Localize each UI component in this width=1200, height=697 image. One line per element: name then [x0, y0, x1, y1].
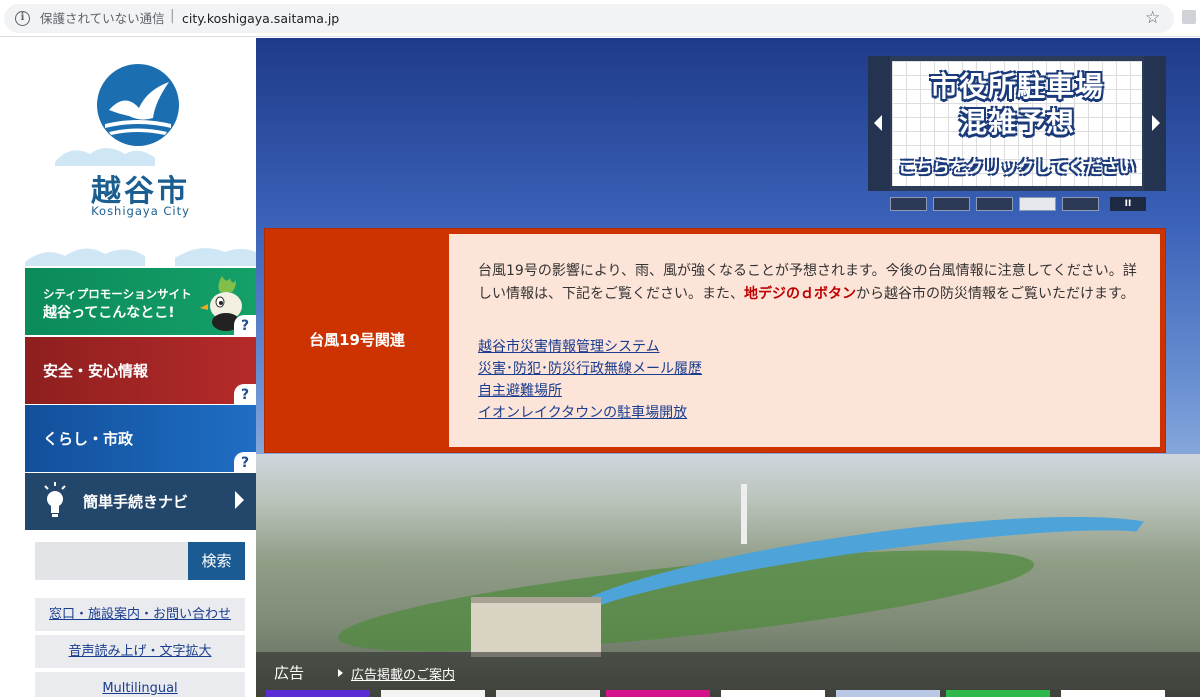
search-button[interactable]: 検索	[188, 542, 245, 580]
ad-banner[interactable]	[836, 690, 940, 697]
slide-next-button[interactable]	[1144, 56, 1166, 191]
url-text[interactable]: city.koshigaya.saitama.jp	[182, 10, 339, 27]
city-emblem-icon	[97, 64, 179, 146]
slide-title-2: 混雑予想	[958, 106, 1075, 139]
slide-dot[interactable]	[1019, 197, 1056, 211]
notice-text: 台風19号の影響により、雨、風が強くなることが予想されます。今後の台風情報に注意…	[478, 260, 1143, 306]
link-accessibility[interactable]: 音声読み上げ・文字拡大	[35, 635, 245, 668]
lightbulb-icon	[44, 482, 66, 517]
wave-decoration-top	[55, 148, 155, 166]
search-input[interactable]	[35, 542, 189, 580]
nav-label: 安全・安心情報	[43, 362, 149, 380]
notice-link-evacuation[interactable]: 自主避難場所	[478, 380, 702, 402]
hero-area: 市役所駐車場 混雑予想 こちらをクリックしてください II 台風19号関連 台風…	[256, 38, 1200, 697]
nav-label: 簡単手続きナビ	[83, 493, 189, 511]
ad-banner[interactable]	[1061, 690, 1165, 697]
river-shape	[552, 491, 1180, 667]
extension-icon[interactable]	[1182, 10, 1196, 24]
notice-label: 台風19号関連	[309, 331, 405, 349]
slide-dot[interactable]	[1062, 197, 1099, 211]
notice-link-mail-history[interactable]: 災害･防犯･防災行政無線メール履歴	[478, 358, 702, 380]
sidebar: 越谷市 Koshigaya City シティプロモーションサイト 越谷ってこんな…	[25, 38, 256, 697]
browser-toolbar: i 保護されていない通信 | city.koshigaya.saitama.jp…	[0, 0, 1200, 37]
typhoon-notice: 台風19号関連 台風19号の影響により、雨、風が強くなることが予想されます。今後…	[264, 228, 1166, 453]
slide-dot[interactable]	[933, 197, 970, 211]
ad-banner[interactable]	[496, 690, 600, 697]
city-hall-building	[471, 597, 601, 657]
notice-links: 越谷市災害情報管理システム 災害･防犯･防災行政無線メール履歴 自主避難場所 イ…	[478, 336, 702, 424]
city-logo[interactable]: 越谷市 Koshigaya City	[25, 38, 256, 268]
pause-button[interactable]: II	[1110, 197, 1146, 211]
slideshow: 市役所駐車場 混雑予想 こちらをクリックしてください	[868, 56, 1166, 191]
info-icon[interactable]: i	[15, 11, 30, 26]
nav-procedure-guide[interactable]: 簡単手続きナビ	[25, 473, 256, 530]
slide-subtitle: こちらをクリックしてください	[898, 158, 1136, 178]
help-icon[interactable]: ?	[234, 452, 256, 472]
notice-text-part: から越谷市の防災情報をご覧いただけます。	[856, 286, 1135, 302]
ad-bar: 広告 広告掲載のご案内	[256, 652, 1200, 697]
promo-line-1: シティプロモーションサイト	[43, 287, 192, 301]
ad-banner[interactable]	[946, 690, 1050, 697]
promo-line-2: 越谷ってこんなとこ!	[43, 305, 175, 321]
notice-body: 台風19号の影響により、雨、風が強くなることが予想されます。今後の台風情報に注意…	[449, 234, 1160, 447]
notice-link-disaster-system[interactable]: 越谷市災害情報管理システム	[478, 336, 702, 358]
help-icon[interactable]: ?	[234, 315, 256, 335]
chevron-right-icon	[1152, 115, 1160, 131]
arrow-right-icon	[338, 669, 343, 677]
bookmark-star-icon[interactable]: ☆	[1145, 9, 1160, 27]
notice-highlight: 地デジのｄボタン	[744, 286, 856, 302]
link-multilingual[interactable]: Multilingual	[35, 672, 245, 697]
ad-label: 広告	[274, 664, 305, 682]
notice-link-parking-open[interactable]: イオンレイクタウンの駐車場開放	[478, 402, 702, 424]
slide-indicators: II	[890, 197, 1170, 211]
slide-title-1: 市役所駐車場	[929, 70, 1104, 103]
ad-banner[interactable]	[606, 690, 710, 697]
slide-prev-button[interactable]	[868, 56, 890, 191]
ad-banner[interactable]	[381, 690, 485, 697]
city-name-english: Koshigaya City	[91, 204, 190, 218]
nav-safety-info[interactable]: 安全・安心情報 ?	[25, 337, 256, 404]
chevron-left-icon	[874, 115, 882, 131]
slide-dot[interactable]	[890, 197, 927, 211]
tower-shape	[741, 484, 747, 544]
wave-decoration-bottom	[25, 248, 256, 266]
url-separator: |	[170, 8, 175, 24]
help-icon[interactable]: ?	[234, 384, 256, 404]
address-bar[interactable]: i 保護されていない通信 | city.koshigaya.saitama.jp…	[4, 4, 1174, 33]
ad-banner[interactable]	[266, 690, 370, 697]
nav-label: くらし・市政	[43, 430, 134, 448]
nav-life-municipal[interactable]: くらし・市政 ?	[25, 405, 256, 472]
slide-banner-parking[interactable]: 市役所駐車場 混雑予想 こちらをクリックしてください	[892, 61, 1142, 186]
city-promotion-banner[interactable]: シティプロモーションサイト 越谷ってこんなとこ! ?	[25, 268, 256, 335]
chevron-right-icon	[235, 491, 244, 509]
security-status: 保護されていない通信	[40, 11, 165, 26]
ad-info-link[interactable]: 広告掲載のご案内	[351, 664, 455, 683]
slide-dot[interactable]	[976, 197, 1013, 211]
ad-banner[interactable]	[721, 690, 825, 697]
link-counters-facilities[interactable]: 窓口・施設案内・お問い合わせ	[35, 598, 245, 631]
